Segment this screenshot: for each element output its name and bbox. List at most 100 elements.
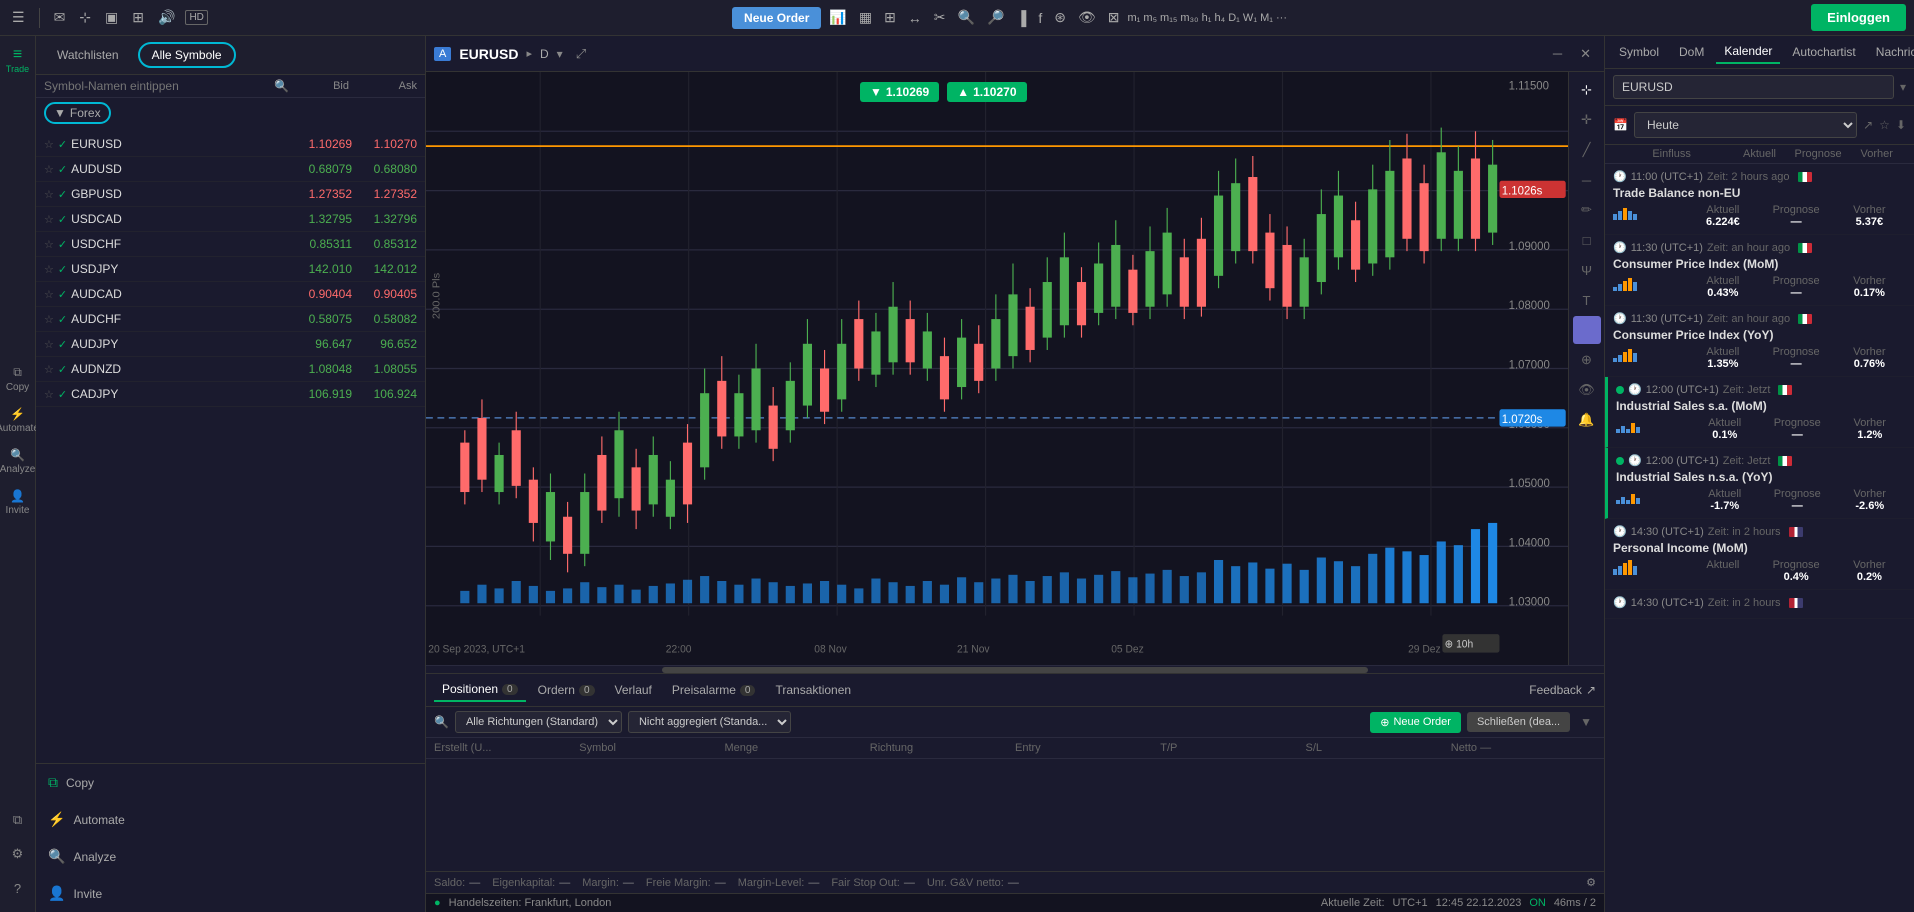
analyze-nav-icon: 🔍 [48, 848, 65, 865]
horizontal-line-tool[interactable]: ─ [1573, 166, 1601, 194]
tab-preisalarme[interactable]: Preisalarme 0 [664, 679, 764, 701]
list-item[interactable]: ☆ ✓ CADJPY 106.919 106.924 [36, 382, 425, 407]
invite-icon: 👤 [10, 489, 25, 503]
list-item[interactable]: ☆ ✓ USDCHF 0.85311 0.85312 [36, 232, 425, 257]
hd-icon[interactable]: HD [185, 10, 207, 25]
sidebar-copy-bottom[interactable]: ⧉ [2, 804, 34, 836]
scissors-icon[interactable]: ✂ [930, 7, 950, 28]
date-select[interactable]: Heute [1634, 112, 1857, 138]
einloggen-button[interactable]: Einloggen [1811, 4, 1906, 31]
tab-kalender[interactable]: Kalender [1716, 40, 1780, 64]
list-item[interactable]: ☆ ✓ AUDCHF 0.58075 0.58082 [36, 307, 425, 332]
color-picker[interactable] [1573, 316, 1601, 344]
download-icon[interactable]: ⬇ [1896, 118, 1906, 132]
bar-3 [1626, 429, 1630, 433]
left-panel: Watchlisten Alle Symbole 🔍 Bid Ask ▼ For… [36, 36, 426, 912]
broker-badge: A [434, 47, 451, 61]
bars-icon[interactable]: ▐ [1012, 8, 1030, 28]
facebook-icon[interactable]: f [1034, 8, 1046, 28]
tab-dom[interactable]: DoM [1671, 40, 1712, 64]
search-icon[interactable]: 🔍 [274, 79, 289, 93]
eye-icon[interactable]: 👁 [1074, 7, 1100, 28]
tab-ordern[interactable]: Ordern 0 [530, 679, 603, 701]
tab-verlauf[interactable]: Verlauf [607, 679, 660, 701]
chart-type-icon[interactable]: 📊 [825, 7, 850, 28]
neue-order-bottom-button[interactable]: ⊕ Neue Order [1370, 712, 1461, 733]
nav-analyze[interactable]: 🔍 Analyze [36, 838, 425, 875]
close-chart-icon[interactable]: ✕ [1575, 44, 1596, 64]
fib-tool[interactable]: Ψ [1573, 256, 1601, 284]
speaker-icon[interactable]: 🔊 [154, 7, 179, 28]
margin-label: Margin: [582, 877, 619, 889]
text-tool[interactable]: T [1573, 286, 1601, 314]
schliessen-button[interactable]: Schließen (dea... [1467, 712, 1570, 732]
analyze-nav-label: Analyze [73, 850, 116, 864]
shapes-tool[interactable]: □ [1573, 226, 1601, 254]
sidebar-settings[interactable]: ⚙ [2, 838, 34, 870]
list-item[interactable]: ☆ ✓ USDJPY 142.010 142.012 [36, 257, 425, 282]
bar-4 [1628, 278, 1632, 291]
list-item[interactable]: ☆ ✓ GBPUSD 1.27352 1.27352 [36, 182, 425, 207]
feedback-link[interactable]: Feedback ↗ [1529, 683, 1596, 697]
ask-price: 0.85312 [352, 237, 417, 251]
arrow-icon[interactable]: ↔ [904, 8, 926, 28]
trend-line-tool[interactable]: ╱ [1573, 136, 1601, 164]
neue-order-button-top[interactable]: Neue Order [732, 7, 821, 29]
crosshair-tool[interactable]: ✛ [1573, 106, 1601, 134]
nav-copy[interactable]: ⧉ Copy [36, 764, 425, 801]
minimize-icon[interactable]: ─ [1548, 44, 1567, 63]
tab-alle-symbole[interactable]: Alle Symbole [138, 42, 236, 68]
market-icon[interactable]: ⊠ [1104, 7, 1124, 28]
list-item[interactable]: ☆ ✓ AUDUSD 0.68079 0.68080 [36, 157, 425, 182]
close-dropdown-icon[interactable]: ▼ [1576, 713, 1596, 731]
draw-tool[interactable]: ✏ [1573, 196, 1601, 224]
tab-symbol[interactable]: Symbol [1611, 40, 1667, 64]
hamburger-menu-icon[interactable]: ☰ [8, 7, 29, 28]
list-item[interactable]: ☆ ✓ EURUSD 1.10269 1.10270 [36, 132, 425, 157]
cursor-icon[interactable]: ⊹ [75, 7, 95, 28]
tab-positionen[interactable]: Positionen 0 [434, 678, 526, 702]
list-item[interactable]: ☆ ✓ AUDNZD 1.08048 1.08055 [36, 357, 425, 382]
star-calendar-icon[interactable]: ☆ [1879, 118, 1890, 132]
forex-header[interactable]: ▼ Forex [44, 102, 111, 124]
zoom-out-icon[interactable]: 🔎 [983, 7, 1008, 28]
bell-tool[interactable]: 🔔 [1573, 406, 1601, 434]
buy-bubble: ▲ 1.10270 [947, 82, 1026, 102]
email-icon[interactable]: ✉ [50, 7, 70, 28]
zoom-in-icon[interactable]: 🔍 [954, 7, 979, 28]
tab-nachrichten[interactable]: Nachrichten [1868, 40, 1914, 64]
tab-autochartist[interactable]: Autochartist [1784, 40, 1863, 64]
layout-icon[interactable]: ▦ [855, 7, 876, 28]
sidebar-icon-trade[interactable]: ≡ Trade [2, 44, 34, 76]
nav-invite[interactable]: 👤 Invite [36, 875, 425, 912]
cursor-tool[interactable]: ⊹ [1573, 76, 1601, 104]
filter-aggregiert[interactable]: Nicht aggregiert (Standa... [628, 711, 791, 733]
screen-icon[interactable]: ▣ [101, 7, 122, 28]
sidebar-help[interactable]: ? [2, 872, 34, 904]
sidebar-invite[interactable]: 👤 Invite [0, 483, 35, 522]
chart-scrollbar[interactable] [426, 665, 1604, 673]
nav-automate[interactable]: ⚡ Automate [36, 801, 425, 838]
zoom-tool[interactable]: ⊕ [1573, 346, 1601, 374]
list-item[interactable]: ☆ ✓ USDCAD 1.32795 1.32796 [36, 207, 425, 232]
chart-scrollbar-thumb[interactable] [662, 667, 1369, 673]
sidebar-automate[interactable]: ⚡ Automate [0, 401, 35, 440]
share-icon[interactable]: ↗ [1863, 118, 1873, 132]
expand-icon[interactable]: ⤢ [571, 44, 591, 64]
list-item[interactable]: ☆ ✓ AUDCAD 0.90404 0.90405 [36, 282, 425, 307]
chart-main[interactable]: ▼ 1.10269 ▲ 1.10270 [426, 72, 1568, 665]
grid-icon[interactable]: ⊞ [128, 7, 148, 28]
sidebar-copy[interactable]: ⧉ Copy [0, 359, 35, 399]
layers-icon[interactable]: ⊛ [1050, 7, 1070, 28]
gear-icon-status[interactable]: ⚙ [1586, 876, 1596, 889]
search-input[interactable] [44, 79, 274, 93]
eye-tool[interactable]: 👁 [1573, 376, 1601, 404]
tab-watchlisten[interactable]: Watchlisten [44, 42, 132, 68]
tiles-icon[interactable]: ⊞ [880, 7, 900, 28]
tab-transaktionen[interactable]: Transaktionen [767, 679, 859, 701]
list-item[interactable]: ☆ ✓ AUDJPY 96.647 96.652 [36, 332, 425, 357]
sidebar-analyze[interactable]: 🔍 Analyze [0, 442, 35, 481]
symbol-search-input[interactable] [1613, 75, 1894, 99]
chart-timeframe[interactable]: D [540, 47, 549, 61]
filter-richtungen[interactable]: Alle Richtungen (Standard) [455, 711, 622, 733]
